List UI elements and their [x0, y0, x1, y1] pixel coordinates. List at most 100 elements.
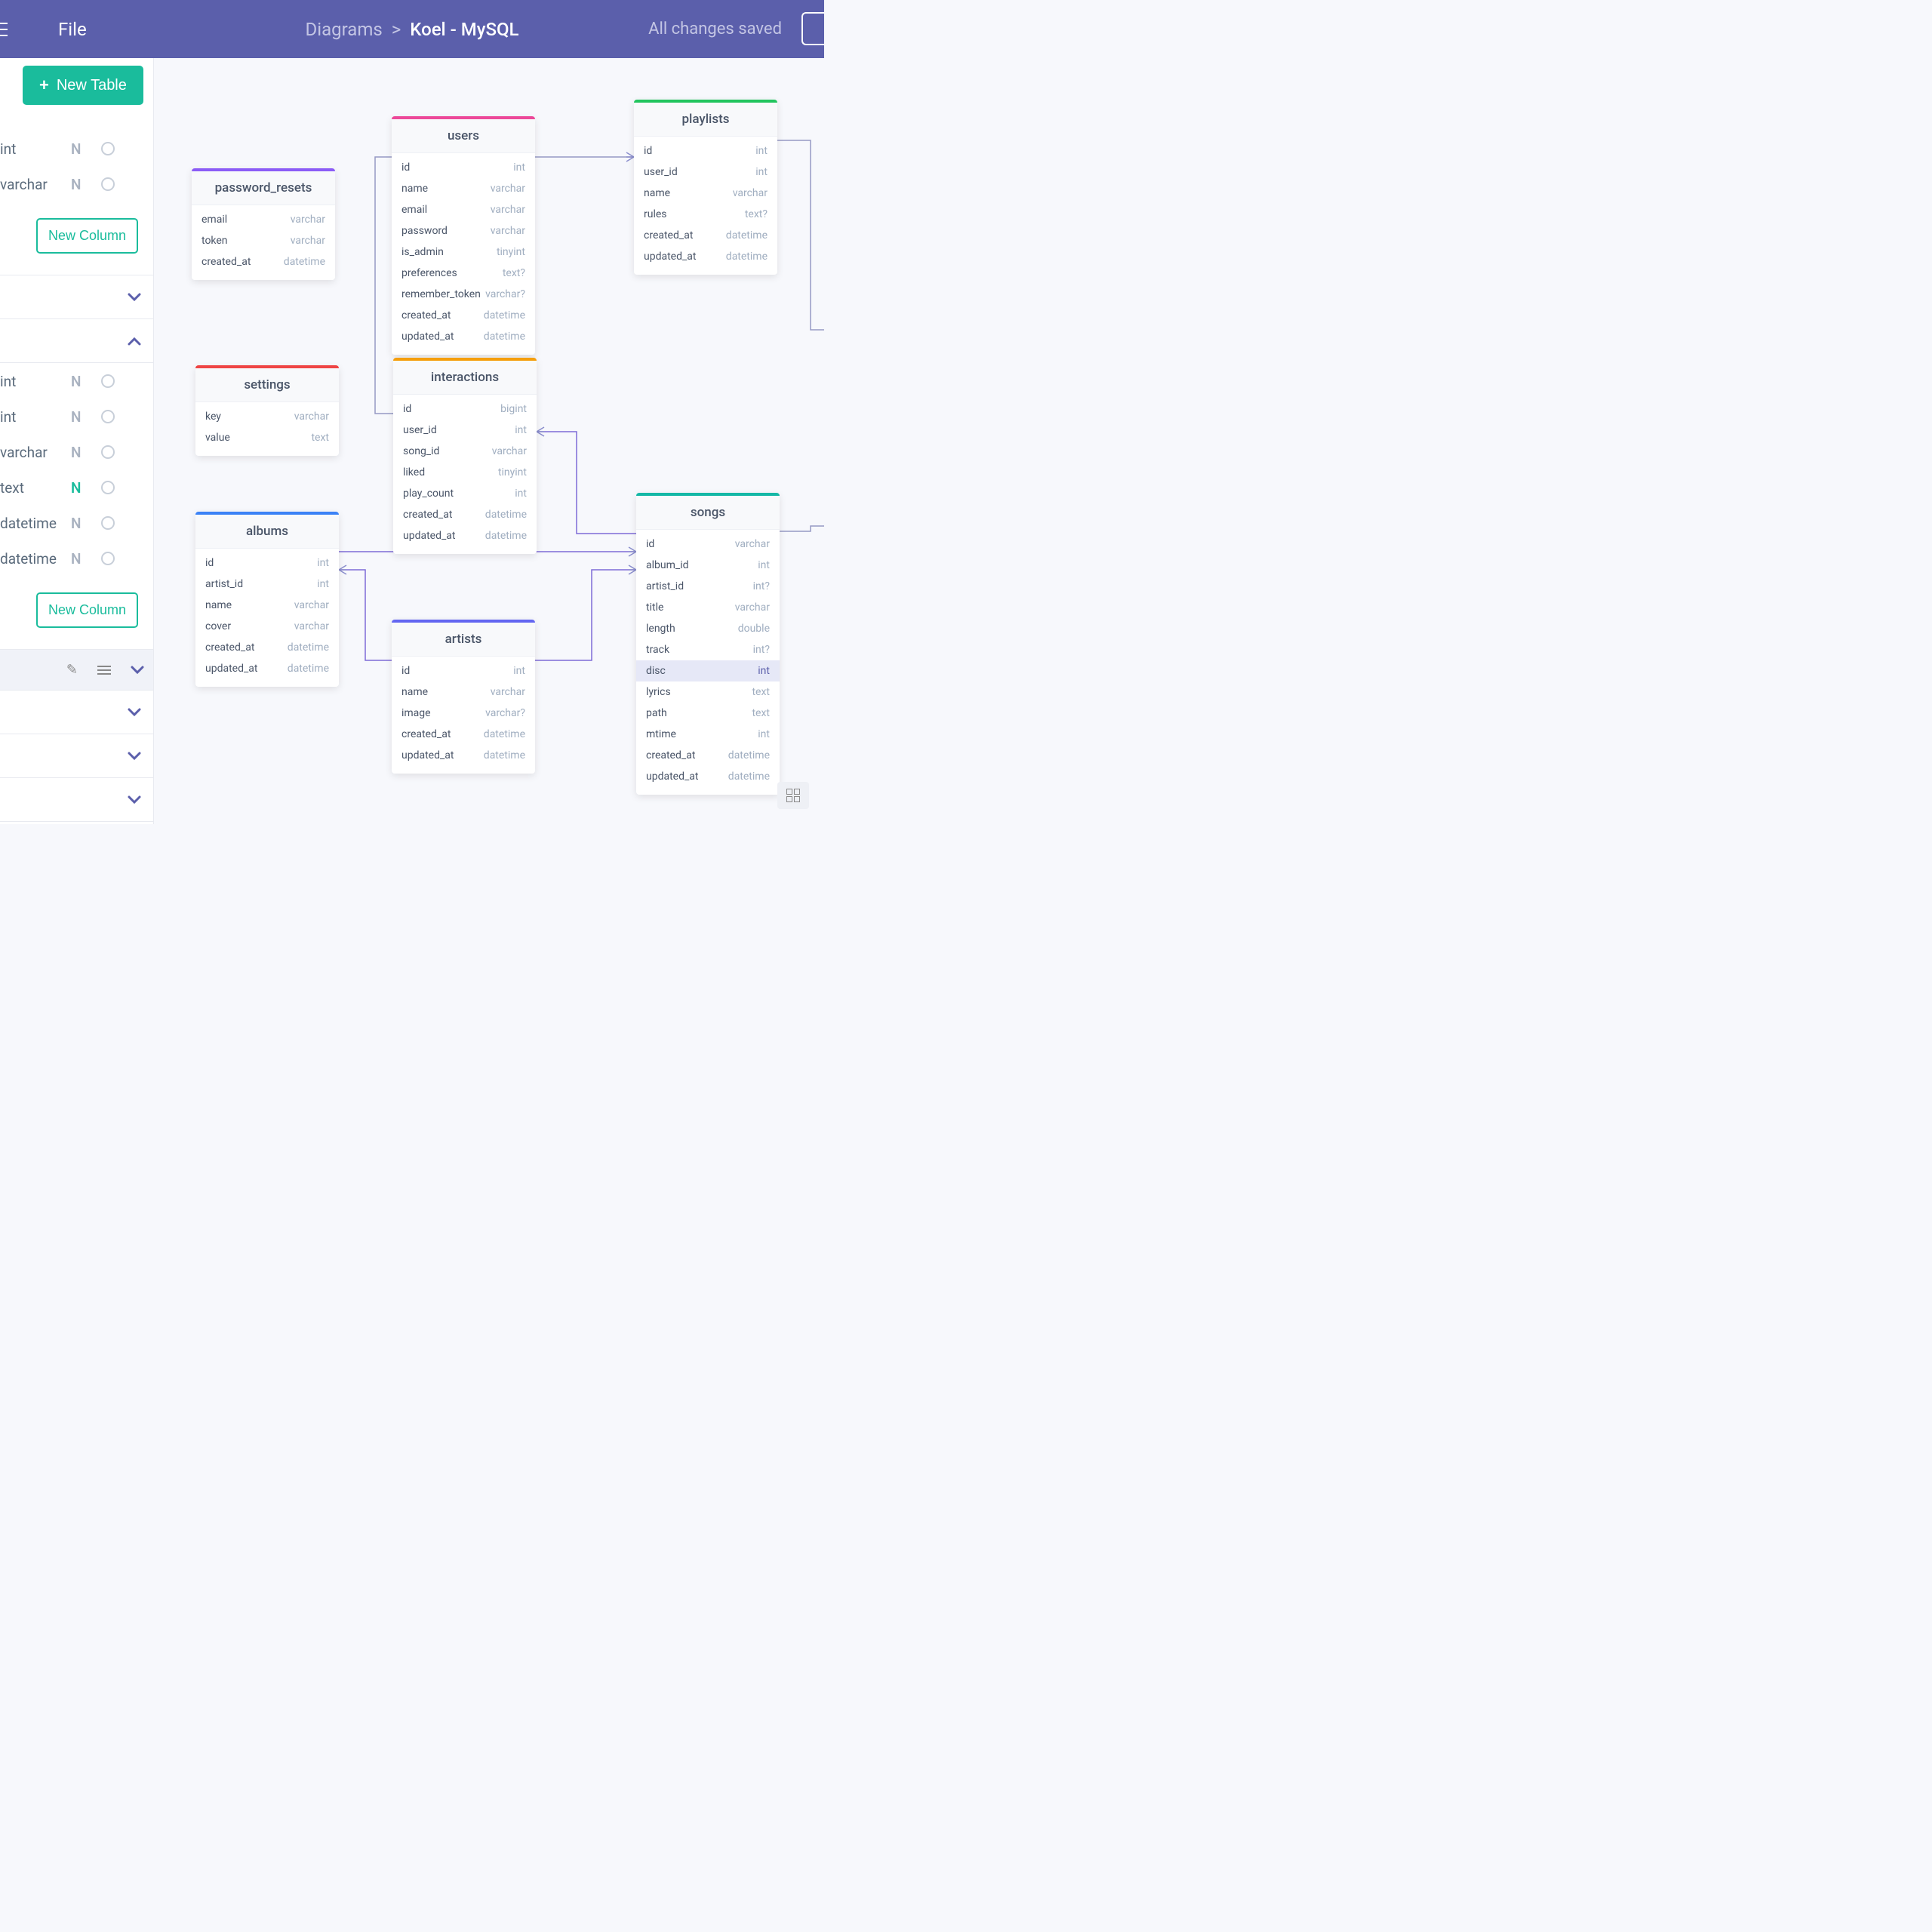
table-column[interactable]: key varchar	[195, 406, 339, 427]
table-column[interactable]: created_at datetime	[392, 724, 535, 745]
sidebar-expanded-section[interactable]	[0, 319, 153, 363]
diagram-canvas[interactable]: password_resets email varchar token varc…	[154, 58, 824, 824]
table-column[interactable]: created_at datetime	[392, 305, 535, 326]
table-column[interactable]: track int?	[636, 639, 780, 660]
table-column[interactable]: title varchar	[636, 597, 780, 618]
radio-icon[interactable]	[101, 177, 115, 191]
nullable-indicator[interactable]: N	[71, 444, 101, 461]
nullable-indicator[interactable]: N	[71, 140, 101, 158]
radio-icon[interactable]	[101, 516, 115, 530]
new-table-button[interactable]: + New Table	[23, 66, 143, 105]
table-column[interactable]: play_count int	[393, 483, 537, 504]
sidebar-column-row[interactable]: int N	[0, 131, 153, 166]
table-songs[interactable]: songs id varchar album_id int artist_id …	[636, 493, 780, 795]
sidebar-collapsed-section-1[interactable]	[0, 275, 153, 319]
radio-icon[interactable]	[101, 410, 115, 423]
radio-icon[interactable]	[101, 552, 115, 565]
table-title[interactable]: songs	[636, 496, 780, 530]
sidebar-column-row[interactable]: text N	[0, 469, 153, 505]
sidebar-column-row[interactable]: int N	[0, 363, 153, 398]
table-column[interactable]: mtime int	[636, 724, 780, 745]
table-column[interactable]: name varchar	[392, 681, 535, 703]
table-title[interactable]: albums	[195, 515, 339, 549]
sidebar-column-row[interactable]: int N	[0, 398, 153, 434]
grid-toggle-button[interactable]	[777, 782, 809, 809]
table-users[interactable]: users id int name varchar email varchar …	[392, 116, 535, 355]
nullable-indicator[interactable]: N	[71, 479, 101, 497]
table-column[interactable]: name varchar	[195, 595, 339, 616]
table-playlists[interactable]: playlists id int user_id int name varcha…	[634, 100, 777, 275]
table-column[interactable]: updated_at datetime	[392, 745, 535, 766]
table-title[interactable]: playlists	[634, 103, 777, 137]
table-column[interactable]: value text	[195, 427, 339, 448]
table-column[interactable]: image varchar?	[392, 703, 535, 724]
table-column[interactable]: is_admin tinyint	[392, 242, 535, 263]
table-column[interactable]: id int	[195, 552, 339, 574]
sidebar-collapsed-section-3[interactable]	[0, 734, 153, 778]
menu-icon[interactable]	[0, 19, 9, 40]
table-column[interactable]: id int	[634, 140, 777, 162]
sidebar-collapsed-section-2[interactable]	[0, 691, 153, 734]
sidebar-column-row[interactable]: datetime N	[0, 505, 153, 540]
table-interactions[interactable]: interactions id bigint user_id int song_…	[393, 358, 537, 554]
edit-icon[interactable]: ✎	[66, 662, 78, 678]
table-column[interactable]: email varchar	[392, 199, 535, 220]
table-column[interactable]: lyrics text	[636, 681, 780, 703]
nullable-indicator[interactable]: N	[71, 373, 101, 390]
table-column[interactable]: id int	[392, 157, 535, 178]
nullable-indicator[interactable]: N	[71, 176, 101, 193]
search-button-partial[interactable]	[801, 12, 824, 45]
table-column[interactable]: user_id int	[634, 162, 777, 183]
radio-icon[interactable]	[101, 374, 115, 388]
table-column[interactable]: id int	[392, 660, 535, 681]
table-password_resets[interactable]: password_resets email varchar token varc…	[192, 168, 335, 280]
nullable-indicator[interactable]: N	[71, 515, 101, 532]
table-column[interactable]: created_at datetime	[636, 745, 780, 766]
sidebar-column-row[interactable]: datetime N	[0, 540, 153, 576]
list-icon[interactable]	[97, 666, 111, 675]
table-column[interactable]: disc int	[636, 660, 780, 681]
table-title[interactable]: artists	[392, 623, 535, 657]
table-column[interactable]: password varchar	[392, 220, 535, 242]
radio-icon[interactable]	[101, 481, 115, 494]
radio-icon[interactable]	[101, 142, 115, 155]
table-column[interactable]: created_at datetime	[634, 225, 777, 246]
table-column[interactable]: updated_at datetime	[392, 326, 535, 347]
table-column[interactable]: created_at datetime	[393, 504, 537, 525]
table-title[interactable]: users	[392, 119, 535, 153]
table-column[interactable]: liked tinyint	[393, 462, 537, 483]
table-column[interactable]: email varchar	[192, 209, 335, 230]
breadcrumb-parent[interactable]: Diagrams	[305, 19, 382, 40]
chevron-down-icon[interactable]	[131, 666, 144, 675]
table-column[interactable]: artist_id int?	[636, 576, 780, 597]
new-column-button[interactable]: New Column	[36, 592, 138, 628]
table-column[interactable]: user_id int	[393, 420, 537, 441]
table-column[interactable]: created_at datetime	[192, 251, 335, 272]
table-column[interactable]: updated_at datetime	[195, 658, 339, 679]
table-column[interactable]: updated_at datetime	[634, 246, 777, 267]
file-menu[interactable]: File	[58, 19, 87, 40]
table-column[interactable]: remember_token varchar?	[392, 284, 535, 305]
table-title[interactable]: password_resets	[192, 171, 335, 205]
sidebar-column-row[interactable]: varchar N	[0, 166, 153, 202]
table-column[interactable]: path text	[636, 703, 780, 724]
table-title[interactable]: settings	[195, 368, 339, 402]
table-column[interactable]: artist_id int	[195, 574, 339, 595]
nullable-indicator[interactable]: N	[71, 408, 101, 426]
table-artists[interactable]: artists id int name varchar image varcha…	[392, 620, 535, 774]
nullable-indicator[interactable]: N	[71, 550, 101, 568]
table-column[interactable]: id varchar	[636, 534, 780, 555]
table-column[interactable]: rules text?	[634, 204, 777, 225]
new-column-button[interactable]: New Column	[36, 218, 138, 254]
table-column[interactable]: length double	[636, 618, 780, 639]
table-column[interactable]: updated_at datetime	[636, 766, 780, 787]
table-column[interactable]: updated_at datetime	[393, 525, 537, 546]
table-albums[interactable]: albums id int artist_id int name varchar…	[195, 512, 339, 687]
table-title[interactable]: interactions	[393, 361, 537, 395]
table-column[interactable]: token varchar	[192, 230, 335, 251]
radio-icon[interactable]	[101, 445, 115, 459]
sidebar-collapsed-section-4[interactable]	[0, 778, 153, 822]
table-column[interactable]: name varchar	[634, 183, 777, 204]
table-column[interactable]: name varchar	[392, 178, 535, 199]
table-column[interactable]: cover varchar	[195, 616, 339, 637]
